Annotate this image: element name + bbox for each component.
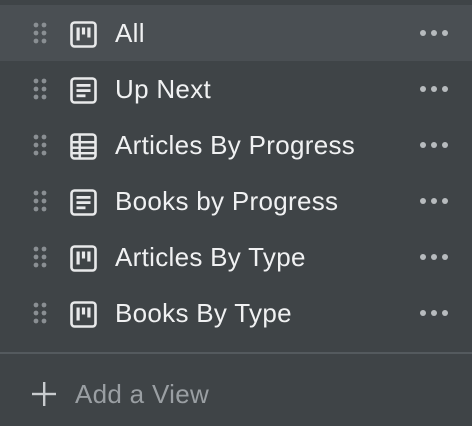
add-view-button[interactable]: Add a View: [0, 366, 472, 422]
view-item[interactable]: Up Next: [0, 61, 472, 117]
more-options-icon[interactable]: [418, 191, 450, 211]
view-item[interactable]: Books by Progress: [0, 173, 472, 229]
drag-handle-icon[interactable]: [33, 302, 47, 324]
view-item[interactable]: All: [0, 5, 472, 61]
more-options-icon[interactable]: [418, 247, 450, 267]
more-options-icon[interactable]: [418, 79, 450, 99]
board-icon: [70, 21, 97, 48]
list-icon: [70, 189, 97, 216]
divider: [0, 352, 472, 354]
drag-handle-icon[interactable]: [33, 134, 47, 156]
more-options-icon[interactable]: [418, 23, 450, 43]
view-item-label: Articles By Progress: [115, 130, 356, 160]
view-item-label: Books By Type: [115, 298, 292, 328]
view-item[interactable]: Articles By Type: [0, 229, 472, 285]
view-item-label: Articles By Type: [115, 242, 306, 272]
drag-handle-icon[interactable]: [33, 22, 47, 44]
add-view-label: Add a View: [75, 379, 210, 409]
more-options-icon[interactable]: [418, 303, 450, 323]
drag-handle-icon[interactable]: [33, 246, 47, 268]
view-item-label: Up Next: [115, 74, 212, 104]
table-icon: [70, 133, 97, 160]
views-panel: All Up Next Articles By Progress Books by P…: [0, 0, 472, 426]
list-icon: [70, 77, 97, 104]
view-item[interactable]: Books By Type: [0, 285, 472, 341]
more-options-icon[interactable]: [418, 135, 450, 155]
board-icon: [70, 245, 97, 272]
plus-icon: [31, 381, 57, 407]
drag-handle-icon[interactable]: [33, 78, 47, 100]
view-item[interactable]: Articles By Progress: [0, 117, 472, 173]
view-item-label: Books by Progress: [115, 186, 339, 216]
view-list: All Up Next Articles By Progress Books by P…: [0, 5, 472, 341]
view-item-label: All: [115, 18, 145, 48]
board-icon: [70, 301, 97, 328]
drag-handle-icon[interactable]: [33, 190, 47, 212]
